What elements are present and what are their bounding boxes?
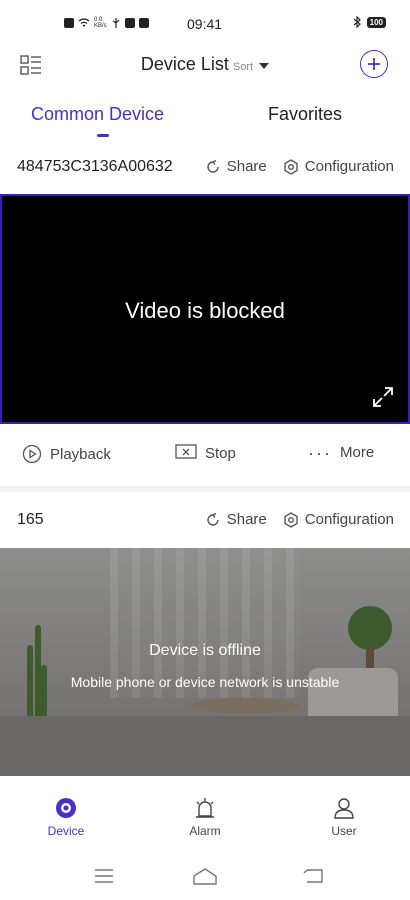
alarm-icon — [196, 798, 214, 818]
share-label: Share — [226, 158, 267, 175]
user-icon — [334, 798, 354, 819]
stop-screen-icon — [175, 444, 197, 459]
usb-icon — [112, 18, 120, 28]
offline-video-preview[interactable]: Device is offline Mobile phone or device… — [0, 548, 410, 776]
device-actions: Share Configuration — [205, 158, 394, 175]
wifi-icon — [78, 18, 90, 27]
more-button[interactable]: ··· More — [308, 442, 375, 463]
table-decoration — [190, 698, 300, 714]
configuration-label: Configuration — [304, 158, 394, 175]
share-icon — [207, 512, 219, 526]
offline-title: Device is offline — [149, 642, 261, 659]
share-button[interactable]: Share — [205, 158, 267, 175]
floor-decoration — [0, 716, 410, 776]
offline-subtitle: Mobile phone or device network is unstab… — [70, 674, 340, 690]
share-icon — [207, 159, 219, 173]
device-name: 484753C3136A00632 — [17, 158, 173, 175]
device-header: 165 Share Configuration — [0, 505, 410, 535]
play-icon — [22, 444, 42, 464]
nav-user[interactable]: User — [304, 796, 384, 838]
nav-device[interactable]: Device — [26, 796, 106, 838]
divider — [0, 486, 410, 492]
notification-icon — [64, 18, 74, 28]
sort-label[interactable]: Sort — [233, 61, 253, 73]
status-right: 100 — [353, 16, 386, 28]
share-button[interactable]: Share — [205, 511, 267, 528]
app-icon — [138, 18, 149, 28]
playback-button[interactable]: Playback — [22, 444, 111, 464]
video-status-text: Video is blocked — [125, 298, 285, 323]
nav-device-label: Device — [47, 824, 85, 838]
title-area[interactable]: Device List Sort — [0, 54, 410, 75]
stop-label: Stop — [205, 444, 236, 462]
nav-alarm[interactable]: Alarm — [165, 796, 245, 838]
configuration-button[interactable]: Configuration — [283, 511, 394, 528]
device-tabs: Common Device Favorites — [0, 98, 410, 142]
nav-user-label: User — [331, 824, 357, 838]
configuration-label: Configuration — [304, 511, 394, 528]
status-time: 09:41 — [187, 16, 223, 32]
speed-icon: 0.0 KB/s — [94, 17, 107, 29]
video-controls: Playback Stop ··· More — [0, 436, 410, 472]
more-label: More — [339, 444, 375, 461]
home-icon[interactable] — [192, 866, 218, 886]
bottom-navigation: Device Alarm User — [0, 778, 410, 850]
sort-dropdown-icon[interactable] — [259, 62, 270, 69]
status-bar: 0.0 KB/s 09:41 100 — [0, 0, 410, 48]
back-icon[interactable] — [302, 866, 324, 886]
header: Device List Sort — [0, 46, 410, 86]
page-title: Device List — [140, 54, 229, 74]
app-icon — [124, 18, 135, 28]
nav-alarm-label: Alarm — [189, 824, 221, 838]
gear-icon — [284, 158, 298, 175]
stop-button[interactable]: Stop — [175, 444, 236, 462]
notification-icons: 0.0 KB/s — [64, 17, 149, 29]
battery-icon: 100 — [366, 16, 386, 28]
plus-icon — [368, 58, 380, 70]
tab-favorites[interactable]: Favorites — [268, 104, 342, 125]
share-label: Share — [226, 511, 267, 528]
gear-icon — [284, 511, 298, 528]
add-device-button[interactable] — [360, 50, 388, 78]
video-player[interactable]: Video is blocked — [0, 194, 410, 424]
playback-label: Playback — [50, 445, 111, 463]
configuration-button[interactable]: Configuration — [283, 158, 394, 175]
fullscreen-icon[interactable] — [372, 386, 394, 408]
device-icon — [56, 798, 76, 818]
active-tab-indicator — [97, 134, 109, 137]
system-navigation — [0, 860, 410, 896]
device-header: 484753C3136A00632 Share Configuration — [0, 152, 410, 182]
more-icon: ··· — [308, 442, 332, 463]
menu-icon[interactable] — [93, 866, 115, 886]
bluetooth-icon — [353, 16, 361, 28]
tab-common-device[interactable]: Common Device — [31, 104, 164, 125]
device-actions: Share Configuration — [205, 511, 394, 528]
device-name: 165 — [17, 511, 44, 528]
